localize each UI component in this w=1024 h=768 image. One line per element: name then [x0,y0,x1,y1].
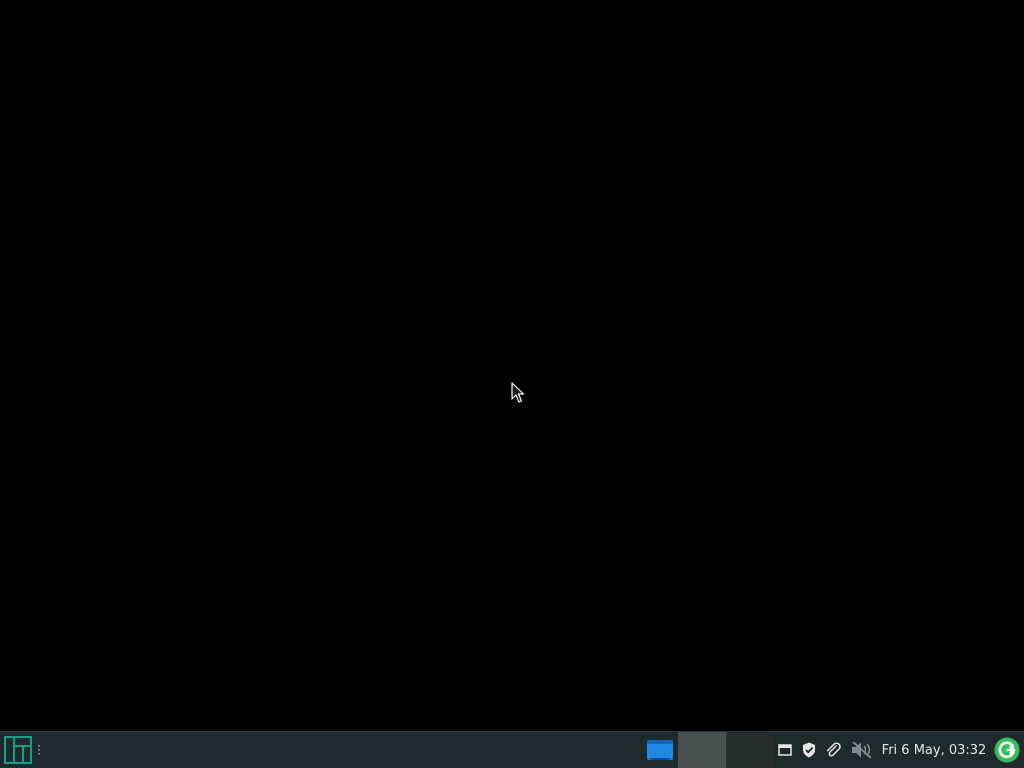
update-icon [994,737,1020,763]
volume-muted-icon [851,741,873,759]
workspace-1-button[interactable] [678,732,726,768]
clock-text[interactable]: Fri 6 May, 03:32 [878,732,990,768]
attachment-tray-button[interactable] [822,732,844,768]
security-tray-button[interactable] [798,732,820,768]
manjaro-logo-icon [4,736,32,764]
shield-check-icon [802,742,816,758]
clipboard-tray-button[interactable] [774,732,796,768]
volume-tray-button[interactable] [848,732,876,768]
taskbar-panel: Fri 6 May, 03:32 [0,731,1024,768]
panel-handle-icon [37,745,41,755]
show-desktop-icon [647,740,673,760]
update-tray-button[interactable] [992,732,1022,768]
desktop-background[interactable] [0,0,1024,731]
panel-handle[interactable] [35,732,43,768]
workspace-2-button[interactable] [726,732,774,768]
mouse-pointer-icon [511,382,525,404]
show-desktop-button[interactable] [642,732,678,768]
application-menu-button[interactable] [2,732,34,768]
clipboard-icon [778,743,792,757]
paperclip-icon [825,742,841,758]
